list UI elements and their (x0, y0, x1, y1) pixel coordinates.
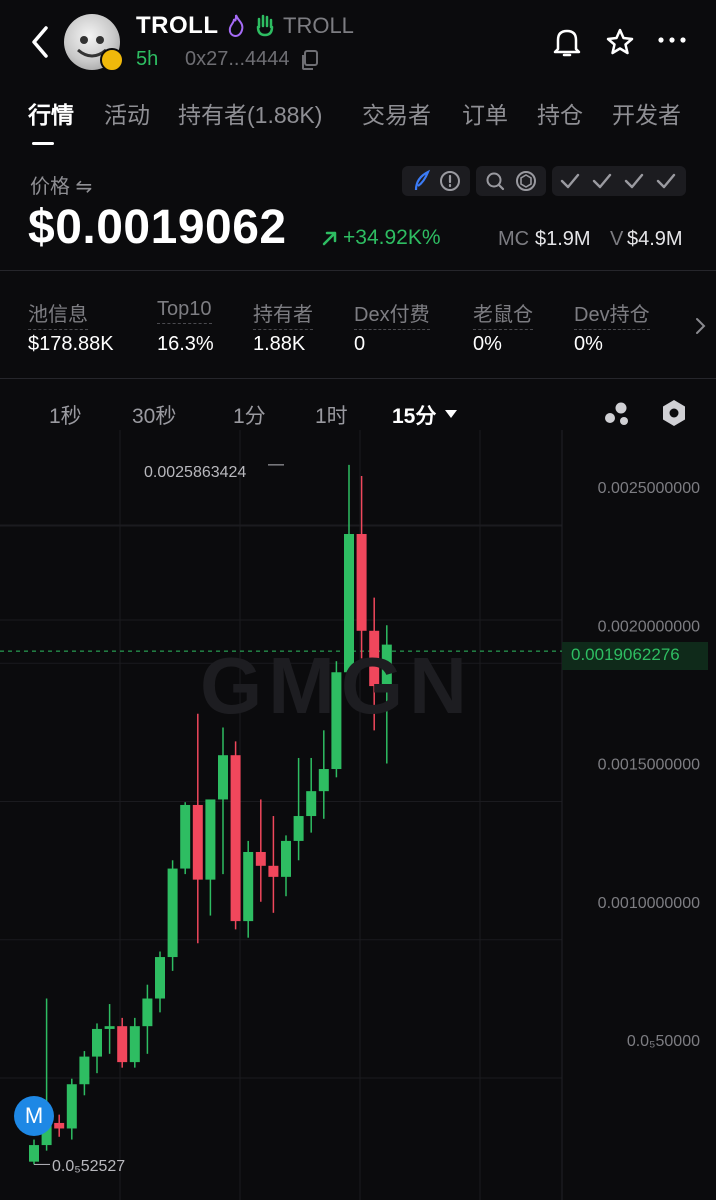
chain-badge-icon (100, 48, 124, 72)
candle-body (255, 851, 266, 866)
settings-hex-icon[interactable] (660, 398, 688, 433)
timeframe-1s[interactable]: 1秒 (49, 400, 82, 430)
bell-icon[interactable] (552, 26, 582, 63)
market-cap-label: MC (498, 228, 530, 250)
candle-body (205, 799, 216, 880)
stat-top10-value: 16.3% (157, 333, 214, 355)
token-symbol: TROLL (283, 13, 354, 38)
y-tick-label: 0.0025000000 (598, 480, 700, 497)
divider (0, 270, 716, 271)
main-tabs: 行情 活动 持有者(1.88K) 交易者 订单 持仓 开发者 (0, 96, 716, 140)
high-price-label: 0.0025863424 (144, 464, 247, 481)
timeframe-30s[interactable]: 30秒 (132, 400, 176, 430)
candle-body (104, 1026, 115, 1029)
candle-body (155, 957, 165, 999)
price-chart[interactable]: 0.0025000000 0.0020000000 0.0015000000 0.00… (0, 430, 716, 1200)
candle-body (192, 804, 203, 880)
tab-holders[interactable]: 持有者(1.88K) (178, 96, 322, 130)
candle-body (167, 868, 178, 958)
y-axis: 0.0025000000 0.0020000000 0.0015000000 0.00… (598, 480, 700, 1050)
price-label[interactable]: 价格 ⇋ (30, 170, 92, 199)
market-cap-value: $1.9M (535, 228, 591, 250)
tab-orders[interactable]: 订单 (462, 96, 508, 130)
candle-body (66, 1084, 77, 1129)
candle-body (356, 534, 367, 631)
candle-body (92, 1028, 102, 1057)
candle-body (29, 1145, 39, 1162)
contract-address[interactable]: 0x27...4444 (185, 48, 290, 71)
security-checks-chip[interactable] (552, 166, 686, 196)
watermark: GMGN (200, 641, 473, 730)
tab-market[interactable]: 行情 (28, 96, 74, 130)
volume-label: V (610, 228, 624, 250)
candle-body (79, 1056, 90, 1085)
stat-dex-paid-value: 0 (354, 333, 366, 355)
candle-body (54, 1122, 65, 1129)
star-icon[interactable] (605, 27, 635, 62)
tab-traders[interactable]: 交易者 (362, 96, 431, 130)
candle-body (281, 840, 291, 877)
timeframe-15m[interactable]: 15分 (392, 400, 436, 430)
token-age: 5h (136, 48, 159, 70)
candles (29, 464, 392, 1165)
back-arrow-icon[interactable] (26, 22, 56, 62)
stat-holders-label[interactable]: 持有者 (253, 298, 313, 330)
stat-pool-label[interactable]: 池信息 (28, 298, 88, 330)
migration-marker[interactable]: M (14, 1096, 54, 1136)
search-audit-chip[interactable] (476, 166, 546, 196)
more-icon[interactable] (656, 30, 688, 55)
price-change: +34.92K% (320, 226, 441, 250)
header: TROLL TROLL 5h 0x27...4444 (0, 0, 716, 88)
y-tick-label: 0.0015000000 (598, 757, 700, 774)
candle-body (230, 755, 241, 922)
candle-body (318, 769, 329, 792)
tab-activity[interactable]: 活动 (104, 96, 150, 130)
stat-insiders-label[interactable]: 老鼠仓 (473, 298, 533, 330)
divider (0, 378, 716, 379)
copy-icon[interactable] (300, 49, 320, 76)
y-tick-label: 0.0₅50000 (627, 1033, 700, 1050)
token-name: TROLL (136, 12, 219, 39)
candle-body (117, 1026, 128, 1063)
up-arrow-icon (322, 231, 337, 246)
y-tick-label: 0.0010000000 (598, 895, 700, 912)
y-tick-label: 0.0020000000 (598, 618, 700, 635)
candle-body (306, 791, 317, 817)
stat-dev-hold-value: 0% (574, 333, 603, 355)
caret-down-icon[interactable] (444, 407, 458, 425)
tab-developer[interactable]: 开发者 (612, 96, 681, 130)
price-change-value: +34.92K% (343, 226, 441, 249)
candle-body (293, 816, 304, 841)
flame-icon (226, 13, 246, 42)
stat-insiders-value: 0% (473, 333, 502, 355)
candle-body (180, 804, 191, 869)
candle-body (268, 865, 279, 877)
stat-pool-value: $178.88K (28, 333, 114, 355)
stat-dev-hold-label[interactable]: Dev持仓 (574, 298, 650, 330)
candle-body (129, 1026, 140, 1063)
volume-value: $4.9M (627, 228, 683, 250)
stat-dex-paid-label[interactable]: Dex付费 (354, 298, 430, 330)
stat-top10-label[interactable]: Top10 (157, 298, 212, 324)
candle-body (243, 851, 254, 922)
indicators-icon[interactable] (602, 398, 632, 433)
hand-icon (254, 13, 276, 42)
candle-body (218, 755, 228, 800)
active-tab-indicator (32, 142, 54, 145)
timeframe-1h[interactable]: 1时 (315, 400, 348, 430)
timeframe-1m[interactable]: 1分 (233, 400, 266, 430)
chevron-right-icon[interactable] (692, 316, 708, 341)
current-price-label: 0.0019062276 (571, 645, 680, 664)
tab-positions[interactable]: 持仓 (537, 96, 583, 130)
feather-alert-chip[interactable] (402, 166, 470, 196)
stat-holders-value: 1.88K (253, 333, 306, 355)
low-price-label: 0.0₅52527 (52, 1158, 126, 1175)
candle-body (142, 998, 153, 1027)
price-value: $0.0019062 (28, 201, 287, 254)
